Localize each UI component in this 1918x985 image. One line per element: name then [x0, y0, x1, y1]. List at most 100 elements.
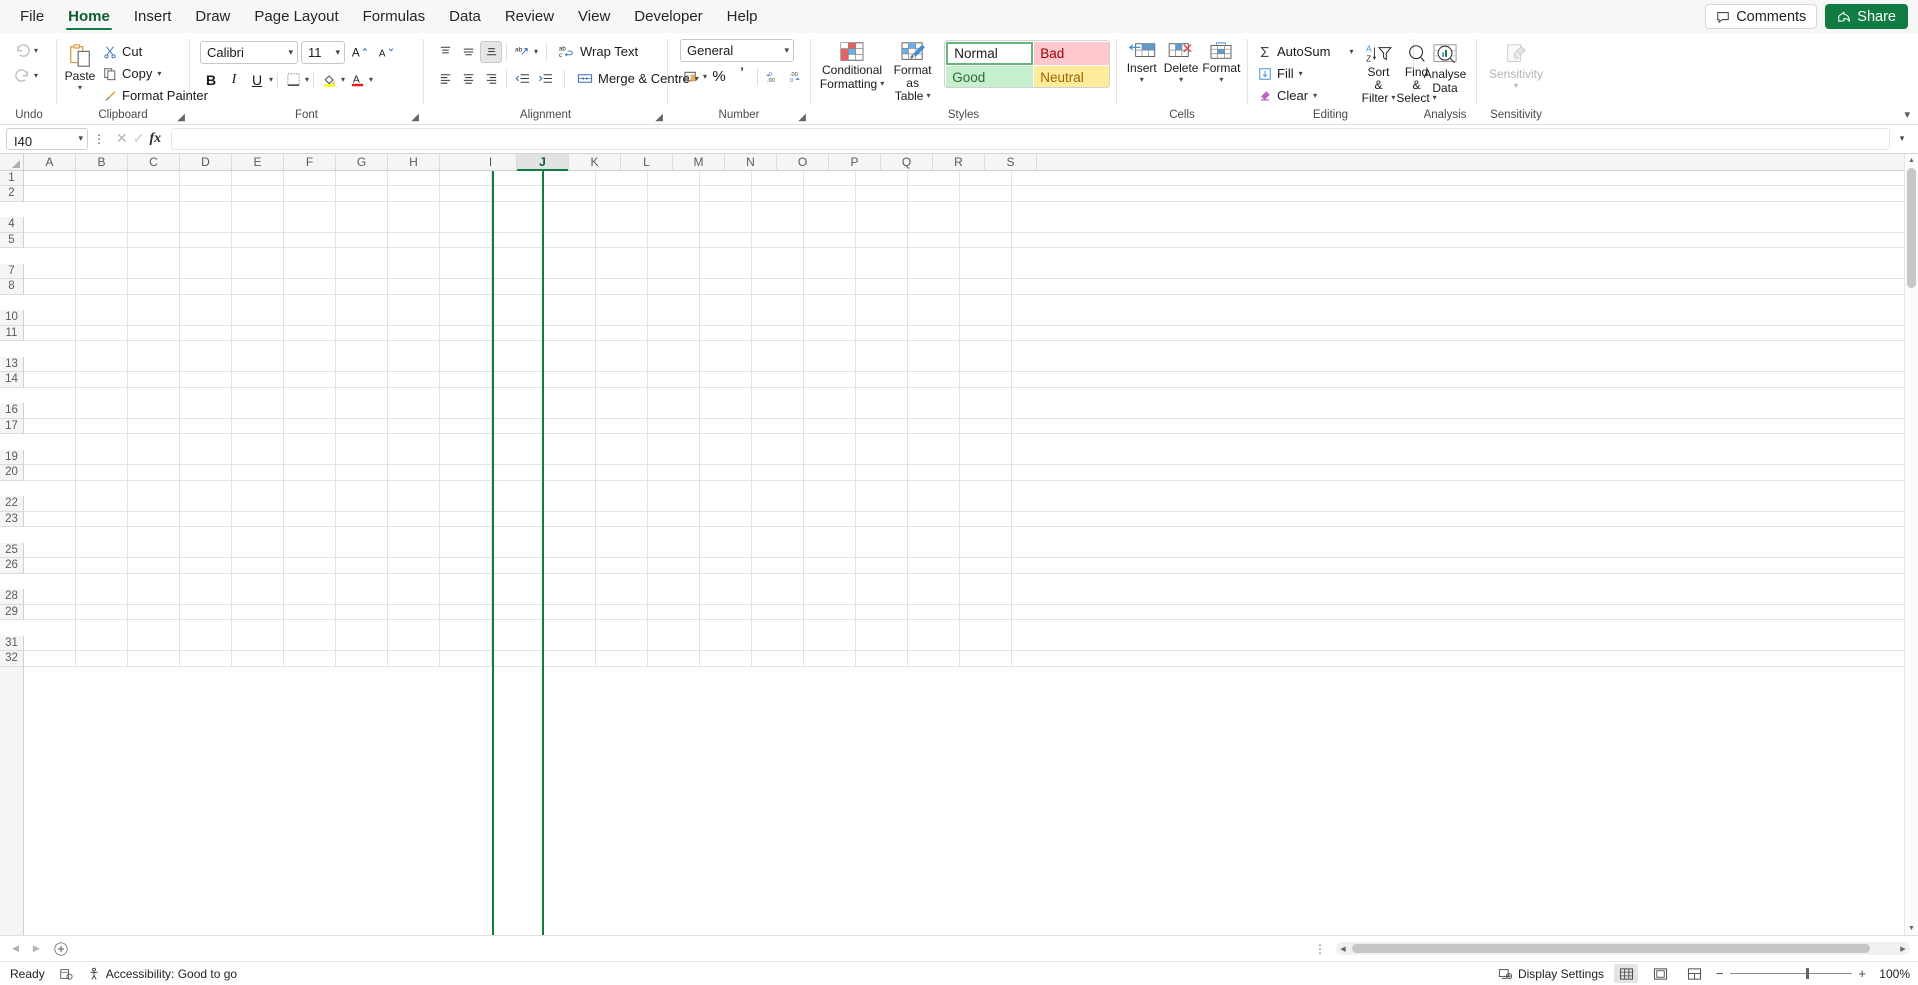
cancel-formula-icon[interactable]: ✕	[116, 130, 128, 147]
conditional-formatting-dropdown-icon[interactable]: ▾	[880, 79, 884, 88]
analyse-data-button[interactable]: Analyse Data	[1420, 41, 1470, 96]
column-header-e[interactable]: E	[232, 153, 284, 170]
autosum-dropdown-icon[interactable]: ▾	[1349, 47, 1353, 56]
insert-cells-dropdown-icon[interactable]: ▾	[1140, 75, 1144, 84]
zoom-track[interactable]	[1729, 968, 1853, 979]
align-right-button[interactable]	[480, 68, 502, 90]
name-box[interactable]: I40 ▾	[6, 127, 88, 150]
zoom-in-button[interactable]: +	[1858, 966, 1866, 981]
column-header-r[interactable]: R	[933, 153, 985, 170]
worksheet-grid[interactable]: A B C D E F G H I J K L M N O P Q R S 1 2 4 5 7 8 10 11 13 14 16 17 19…	[0, 153, 1904, 935]
row-header-1[interactable]: 1	[0, 170, 24, 186]
redo-button[interactable]: ▾	[8, 63, 38, 88]
accessibility-checker-button[interactable]: Accessibility: Good to go	[87, 967, 237, 981]
decrease-decimal-button[interactable]: .00 0	[785, 66, 807, 88]
font-size-combo[interactable]: 11 ▾	[301, 40, 345, 64]
row-header-22[interactable]: 22	[0, 496, 24, 512]
formula-input[interactable]	[171, 127, 1890, 150]
insert-function-icon[interactable]: fx	[149, 131, 161, 147]
confirm-formula-icon[interactable]: ✓	[133, 130, 145, 147]
column-header-c[interactable]: C	[128, 153, 180, 170]
tab-help[interactable]: Help	[715, 0, 770, 33]
zoom-out-button[interactable]: −	[1716, 966, 1724, 981]
fill-color-button[interactable]	[318, 69, 340, 91]
clear-button[interactable]: Clear ▾	[1254, 85, 1358, 106]
tab-developer[interactable]: Developer	[622, 0, 714, 33]
sheet-options-icon[interactable]: ⋮	[1314, 942, 1336, 956]
share-button[interactable]: Share	[1825, 4, 1908, 29]
number-dialog-launcher-icon[interactable]: ◢	[798, 112, 806, 123]
row-header-8[interactable]: 8	[0, 279, 24, 295]
paste-button[interactable]: Paste ▾	[63, 40, 97, 94]
zoom-thumb[interactable]	[1805, 968, 1809, 979]
tab-view[interactable]: View	[566, 0, 622, 33]
font-name-combo[interactable]: Calibri ▾	[200, 40, 298, 64]
clear-dropdown-icon[interactable]: ▾	[1313, 91, 1317, 100]
row-header-17[interactable]: 17	[0, 418, 24, 434]
fill-color-dropdown-icon[interactable]: ▾	[341, 75, 345, 84]
comments-button[interactable]: Comments	[1705, 4, 1818, 29]
undo-button[interactable]: ▾	[8, 38, 38, 63]
orientation-button[interactable]: ab	[511, 41, 533, 63]
sensitivity-button[interactable]: Sensitivity ▾	[1483, 41, 1549, 92]
tab-formulas[interactable]: Formulas	[351, 0, 438, 33]
row-header-5[interactable]: 5	[0, 232, 24, 248]
vertical-scroll-thumb[interactable]	[1907, 167, 1916, 288]
cell-style-bad[interactable]: Bad	[1034, 42, 1110, 65]
tab-file[interactable]: File	[8, 0, 56, 33]
column-header-k[interactable]: K	[569, 153, 621, 170]
horizontal-scroll-thumb[interactable]	[1352, 944, 1870, 953]
format-cells-dropdown-icon[interactable]: ▾	[1219, 75, 1223, 84]
column-header-g[interactable]: G	[336, 153, 388, 170]
accounting-format-button[interactable]: c	[680, 66, 702, 88]
tab-data[interactable]: Data	[437, 0, 493, 33]
paste-dropdown-icon[interactable]: ▾	[78, 83, 82, 92]
fill-button[interactable]: Fill ▾	[1254, 63, 1358, 84]
scroll-up-icon[interactable]: ▲	[1905, 154, 1918, 168]
tab-insert[interactable]: Insert	[122, 0, 184, 33]
chevron-down-icon[interactable]: ▾	[78, 133, 83, 144]
align-bottom-button[interactable]	[480, 40, 502, 63]
column-header-j[interactable]: J	[517, 153, 569, 171]
column-header-b[interactable]: B	[76, 153, 128, 170]
cell-style-neutral[interactable]: Neutral	[1034, 66, 1110, 87]
tab-review[interactable]: Review	[493, 0, 566, 33]
display-settings-button[interactable]: Display Settings	[1498, 967, 1604, 981]
sensitivity-dropdown-icon[interactable]: ▾	[1514, 81, 1518, 90]
next-sheet-icon[interactable]: ▶	[33, 943, 40, 954]
alignment-dialog-launcher-icon[interactable]: ◢	[655, 112, 663, 123]
previous-sheet-icon[interactable]: ◀	[12, 943, 19, 954]
decrease-font-size-button[interactable]: A	[375, 41, 399, 63]
fill-dropdown-icon[interactable]: ▾	[1299, 69, 1303, 78]
clipboard-dialog-launcher-icon[interactable]: ◢	[177, 112, 185, 123]
borders-dropdown-icon[interactable]: ▾	[305, 75, 309, 84]
scroll-right-icon[interactable]: ▶	[1896, 945, 1910, 953]
macro-record-button[interactable]	[59, 967, 73, 981]
row-header-32[interactable]: 32	[0, 651, 24, 667]
row-header-4[interactable]: 4	[0, 217, 24, 233]
delete-cells-dropdown-icon[interactable]: ▾	[1179, 75, 1183, 84]
column-header-h[interactable]: H	[388, 153, 440, 170]
font-dialog-launcher-icon[interactable]: ◢	[411, 112, 419, 123]
font-color-button[interactable]: A	[346, 69, 368, 91]
row-header-2[interactable]: 2	[0, 186, 24, 202]
align-top-button[interactable]	[434, 41, 456, 63]
number-format-combo[interactable]: General ▾	[680, 39, 794, 62]
sort-filter-dropdown-icon[interactable]: ▾	[1391, 94, 1395, 102]
delete-cells-button[interactable]: Delete ▾	[1162, 39, 1199, 86]
column-header-m[interactable]: M	[673, 153, 725, 170]
zoom-slider[interactable]: − +	[1716, 966, 1866, 981]
format-as-table-dropdown-icon[interactable]: ▾	[926, 92, 930, 100]
zoom-level-label[interactable]: 100%	[1876, 967, 1910, 981]
scroll-down-icon[interactable]: ▼	[1905, 921, 1918, 935]
column-header-a[interactable]: A	[24, 153, 76, 170]
align-middle-button[interactable]	[457, 41, 479, 63]
comma-style-button[interactable]: ’	[731, 64, 753, 88]
tab-draw[interactable]: Draw	[183, 0, 242, 33]
increase-indent-button[interactable]	[534, 68, 556, 90]
underline-dropdown-icon[interactable]: ▾	[269, 75, 273, 84]
italic-button[interactable]: I	[223, 69, 245, 91]
tab-page-layout[interactable]: Page Layout	[242, 0, 350, 33]
normal-view-button[interactable]	[1614, 964, 1638, 983]
increase-decimal-button[interactable]: 0.00	[762, 66, 784, 88]
